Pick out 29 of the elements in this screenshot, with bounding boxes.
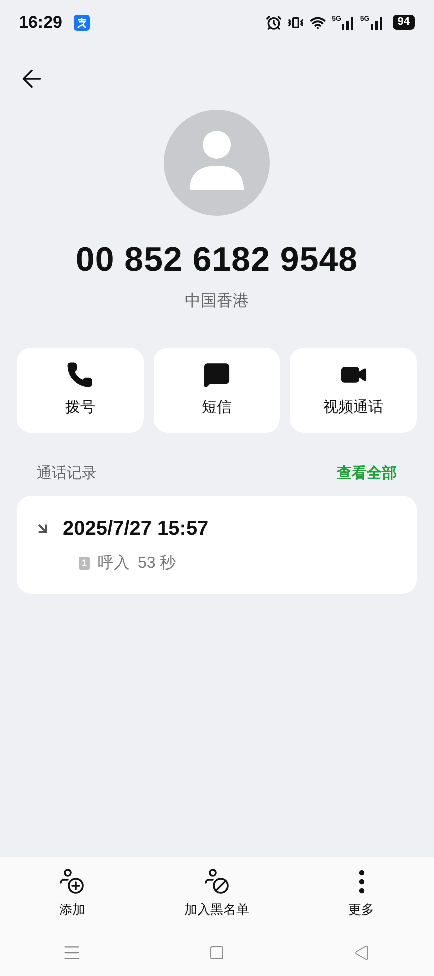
region-label: 中国香港: [185, 292, 249, 312]
phone-number: 00 852 6182 9548: [76, 240, 358, 281]
block-contact-icon: [202, 868, 231, 896]
person-icon: [188, 128, 246, 190]
section-title: 通话记录: [37, 464, 97, 484]
call-duration: 53 秒: [138, 554, 176, 574]
video-action-button[interactable]: 视频通话: [290, 348, 417, 433]
more-icon: [358, 870, 365, 894]
call-type: 呼入: [98, 554, 130, 574]
vibrate-icon: [288, 14, 304, 30]
more-button[interactable]: 更多: [289, 857, 434, 930]
signal-icon: [342, 16, 354, 30]
home-nav-button[interactable]: [208, 945, 225, 961]
call-action-button[interactable]: 拨号: [17, 348, 144, 433]
app-notification-icon: [74, 14, 90, 30]
call-time: 2025/7/27 15:57: [63, 516, 209, 542]
phone-icon: [66, 361, 94, 390]
message-icon: [202, 361, 231, 390]
wifi-icon: [310, 14, 326, 30]
add-contact-icon: [58, 868, 86, 896]
alarm-icon: [266, 14, 282, 30]
add-button[interactable]: 添加: [0, 857, 145, 930]
message-action-button[interactable]: 短信: [154, 348, 280, 433]
block-button[interactable]: 加入黑名单: [144, 857, 290, 930]
back-nav-button[interactable]: [354, 945, 370, 961]
signal-icon: [370, 16, 383, 30]
sim-badge: 1: [79, 557, 90, 570]
battery-indicator: 94: [392, 15, 415, 30]
status-time: 16:29: [19, 12, 62, 34]
